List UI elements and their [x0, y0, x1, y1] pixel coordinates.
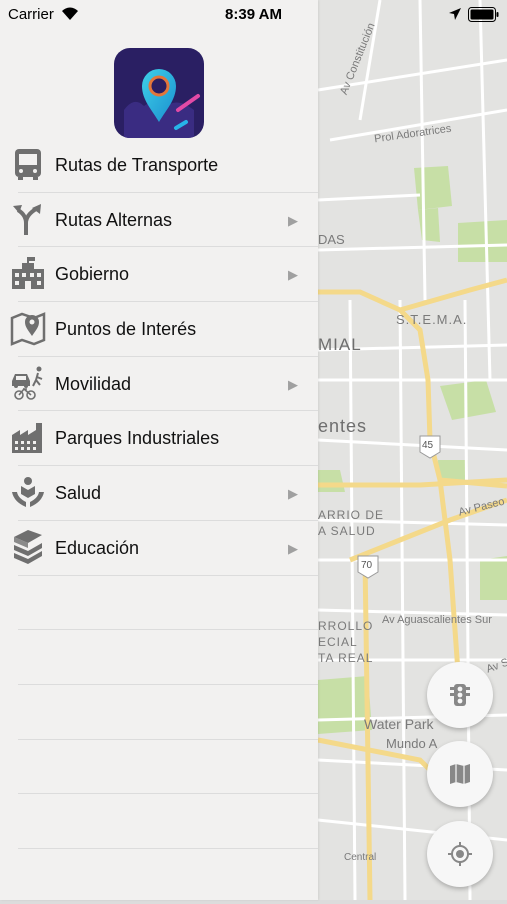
menu-item-label: Parques Industriales — [55, 428, 220, 449]
menu-item-label: Salud — [55, 483, 102, 504]
map-label-rrollo: RROLLO — [318, 619, 374, 633]
map-label-stema: S.T.E.M.A. — [396, 312, 468, 327]
my-location-icon — [448, 842, 472, 866]
menu-item-label: Gobierno — [55, 264, 130, 285]
car-bike-walk-icon — [12, 366, 43, 400]
status-time: 8:39 AM — [225, 6, 282, 23]
menu-item-label: Movilidad — [55, 373, 132, 394]
chevron-right-icon: ▶ — [288, 376, 298, 392]
menu-item-label: Rutas de Transporte — [55, 155, 219, 175]
map-label-mundo-a: Mundo A — [386, 736, 438, 751]
empty-row — [18, 576, 318, 631]
traffic-light-icon — [450, 684, 470, 706]
menu-item-puntos-de-interes[interactable]: Puntos de Interés — [10, 302, 318, 357]
app-logo — [114, 48, 204, 138]
menu-item-label: Educación — [55, 537, 140, 558]
map-layers-button[interactable] — [427, 741, 493, 807]
status-bar: Carrier 8:39 AM — [0, 0, 507, 30]
map-label-mial: MIAL — [318, 335, 362, 354]
chevron-right-icon: ▶ — [288, 267, 298, 283]
location-pin-logo-icon — [124, 69, 200, 138]
empty-row — [18, 740, 318, 795]
empty-row — [18, 849, 318, 904]
map-label-central: Central — [344, 852, 377, 863]
map-label-la-salud: A SALUD — [318, 524, 376, 538]
battery-icon — [468, 7, 499, 22]
hand-heart-icon — [12, 477, 44, 508]
menu-item-educacion[interactable]: Educación ▶ — [14, 521, 318, 576]
map-label-entes: entes — [318, 416, 368, 436]
my-location-button[interactable] — [427, 821, 493, 887]
menu-item-salud[interactable]: Salud ▶ — [12, 466, 318, 521]
menu-item-parques-industriales[interactable]: Parques Industriales — [12, 411, 318, 467]
map-pin-icon — [10, 312, 46, 346]
map-label-water-park: Water Park — [364, 716, 434, 732]
menu-item-label: Rutas Alternas — [55, 209, 173, 230]
government-building-icon — [12, 257, 44, 290]
map-label-ecial: ECIAL — [318, 635, 358, 649]
chevron-right-icon: ▶ — [288, 212, 298, 228]
factory-icon — [12, 423, 42, 454]
side-menu-list: Rutas de Transporte Rutas Alternas ▶ Gob… — [0, 138, 318, 904]
empty-row — [18, 685, 318, 740]
map-label-das: DAS — [318, 232, 345, 247]
bus-icon — [15, 149, 41, 180]
menu-item-rutas-de-transporte[interactable]: Rutas de Transporte — [15, 138, 318, 193]
map-label-route-70: 70 — [361, 560, 373, 571]
books-icon — [14, 529, 42, 564]
map-label-av-aguascalientes-sur: Av Aguascalientes Sur — [382, 614, 492, 626]
menu-item-gobierno[interactable]: Gobierno ▶ — [12, 247, 318, 303]
chevron-right-icon: ▶ — [288, 486, 298, 502]
menu-item-movilidad[interactable]: Movilidad ▶ — [12, 357, 318, 412]
menu-item-rutas-alternas[interactable]: Rutas Alternas ▶ — [13, 193, 318, 248]
split-arrows-icon — [13, 203, 41, 235]
empty-row — [18, 630, 318, 685]
location-arrow-icon — [449, 8, 461, 20]
chevron-right-icon: ▶ — [288, 540, 298, 556]
empty-row — [18, 794, 318, 849]
map-label-route-45: 45 — [422, 440, 434, 451]
map-label-ta-real: TA REAL — [318, 651, 374, 665]
side-menu-drawer: Rutas de Transporte Rutas Alternas ▶ Gob… — [0, 0, 318, 904]
traffic-button[interactable] — [427, 662, 493, 728]
map-label-barrio-de: ARRIO DE — [318, 508, 385, 522]
map-layers-icon — [450, 764, 470, 784]
menu-item-label: Puntos de Interés — [55, 319, 197, 340]
